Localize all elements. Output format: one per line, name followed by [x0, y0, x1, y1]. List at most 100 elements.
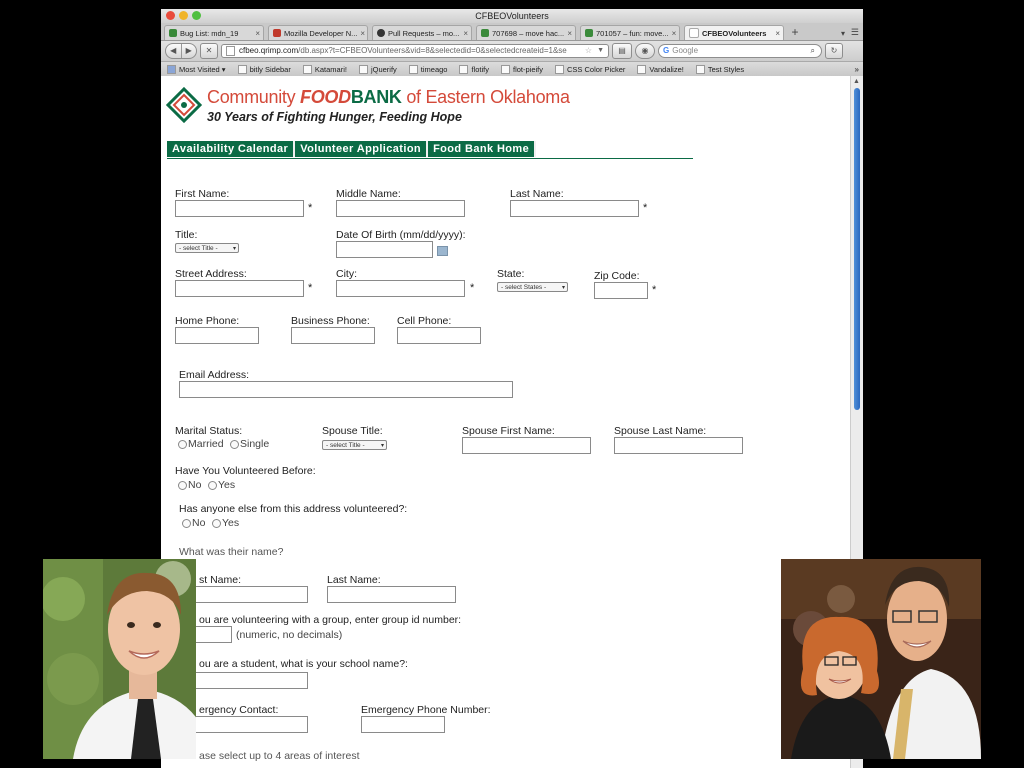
close-window-button[interactable] — [166, 11, 175, 20]
menu-food-bank-home[interactable]: Food Bank Home — [428, 141, 537, 157]
select-value: - select States - — [501, 284, 547, 291]
tab-bug-707698[interactable]: 707698 – move hac... × — [476, 25, 576, 40]
married-radio[interactable]: Married — [178, 438, 224, 450]
site-menu: Availability Calendar Volunteer Applicat… — [167, 141, 537, 157]
anyone-else-no-radio[interactable]: No — [182, 517, 205, 529]
url-host: cfbeo.qrimp.com — [239, 46, 299, 55]
search-icon[interactable]: ⌕ — [811, 44, 815, 58]
anyone-else-yes-radio[interactable]: Yes — [212, 517, 239, 529]
addon-icon[interactable]: ◉ — [635, 43, 655, 59]
student-label: ou are a student, what is your school na… — [199, 658, 408, 670]
street-address-field[interactable] — [175, 280, 304, 297]
required-marker: * — [308, 202, 313, 214]
title-select[interactable]: - select Title - ▾ — [175, 243, 239, 253]
their-last-name-field[interactable] — [327, 586, 456, 603]
tab-mdn[interactable]: Mozilla Developer N... × — [268, 25, 368, 40]
forward-button[interactable]: ▶ — [182, 44, 197, 58]
bookmark-flot-pieify[interactable]: flot-pieify — [501, 64, 543, 74]
reload-button[interactable]: ↻ — [825, 43, 843, 59]
spouse-title-select[interactable]: - select Title - ▾ — [322, 440, 387, 450]
tab-pull-requests[interactable]: Pull Requests – mo... × — [372, 25, 472, 40]
emergency-phone-field[interactable] — [361, 716, 445, 733]
bookmarks-toolbar: Most Visited ▾ bitly Sidebar Katamari! j… — [161, 62, 863, 77]
chevron-down-icon: ▾ — [232, 246, 236, 252]
menu-divider — [167, 158, 693, 159]
first-name-field[interactable] — [175, 200, 304, 217]
emergency-contact-field[interactable] — [195, 716, 308, 733]
url-dropdown-icon[interactable]: ▼ — [597, 45, 604, 57]
zoom-window-button[interactable] — [192, 11, 201, 20]
close-tab-icon[interactable]: × — [255, 26, 260, 40]
github-icon — [377, 29, 385, 37]
close-tab-icon[interactable]: × — [463, 26, 468, 40]
bookmark-vandalize[interactable]: Vandalize! — [637, 64, 684, 74]
spouse-first-name-field[interactable] — [462, 437, 591, 454]
tab-bug-701057[interactable]: 701057 – fun: move... × — [580, 25, 680, 40]
volunteered-yes-radio[interactable]: Yes — [208, 479, 235, 491]
calendar-icon[interactable] — [437, 246, 448, 256]
rss-icon[interactable]: ▤ — [612, 43, 632, 59]
their-first-name-label: st Name: — [199, 574, 242, 586]
close-tab-icon[interactable]: × — [567, 26, 572, 40]
marital-status-label: Marital Status: — [175, 425, 243, 437]
spouse-last-name-field[interactable] — [614, 437, 743, 454]
search-placeholder: Google — [672, 46, 699, 55]
bookmark-label: jQuerify — [370, 64, 397, 74]
window-title: CFBEOVolunteers — [475, 11, 549, 21]
new-tab-button[interactable]: + — [788, 25, 802, 40]
org-name-part: of Eastern Oklahoma — [401, 87, 570, 107]
menu-availability-calendar[interactable]: Availability Calendar — [167, 141, 296, 157]
search-input[interactable]: G Google ⌕ — [658, 44, 822, 58]
their-first-name-field[interactable] — [195, 586, 308, 603]
business-phone-label: Business Phone: — [291, 315, 370, 327]
dob-field[interactable] — [336, 241, 433, 258]
tab-list-icon[interactable]: ☰ — [851, 27, 859, 38]
school-name-field[interactable] — [195, 672, 308, 689]
bookmark-timeago[interactable]: timeago — [408, 64, 447, 74]
bookmark-jquerify[interactable]: jQuerify — [358, 64, 397, 74]
city-field[interactable] — [336, 280, 465, 297]
bookmark-css-color-picker[interactable]: CSS Color Picker — [555, 64, 625, 74]
bookmark-katamari[interactable]: Katamari! — [302, 64, 347, 74]
scroll-up-icon[interactable]: ▲ — [853, 78, 860, 85]
mozilla-icon — [273, 29, 281, 37]
bookmark-bitly-sidebar[interactable]: bitly Sidebar — [237, 64, 291, 74]
stop-button[interactable]: ✕ — [200, 43, 218, 59]
bookmarklet-icon — [695, 64, 705, 74]
tab-bug-list[interactable]: Bug List: mdn_19 × — [164, 25, 264, 40]
url-bar[interactable]: cfbeo.qrimp.com/db.aspx?t=CFBEOVolunteer… — [221, 44, 609, 58]
menu-volunteer-application[interactable]: Volunteer Application — [295, 141, 429, 157]
scroll-thumb[interactable] — [854, 88, 860, 410]
bookmark-label: flotify — [471, 64, 489, 74]
minimize-window-button[interactable] — [179, 11, 188, 20]
tab-overflow-icon[interactable]: ▾ — [841, 29, 845, 38]
zip-code-field[interactable] — [594, 282, 648, 299]
back-button[interactable]: ◀ — [166, 44, 182, 58]
required-marker: * — [470, 282, 475, 294]
tab-cfbeo-volunteers[interactable]: CFBEOVolunteers × — [684, 25, 784, 40]
close-tab-icon[interactable]: × — [360, 26, 365, 40]
state-select[interactable]: - select States - ▾ — [497, 282, 568, 292]
home-phone-field[interactable] — [175, 327, 259, 344]
bookmarklet-icon — [501, 64, 510, 74]
email-field[interactable] — [179, 381, 513, 398]
cell-phone-field[interactable] — [397, 327, 481, 344]
single-radio[interactable]: Single — [230, 438, 269, 450]
emergency-contact-label: ergency Contact: — [199, 704, 279, 716]
bookmark-most-visited[interactable]: Most Visited ▾ — [167, 64, 226, 74]
volunteered-no-radio[interactable]: No — [178, 479, 201, 491]
bookmarks-overflow-icon[interactable]: » — [855, 65, 859, 74]
group-id-field[interactable] — [195, 626, 232, 643]
middle-name-field[interactable] — [336, 200, 465, 217]
close-tab-icon[interactable]: × — [775, 26, 780, 40]
tab-label: CFBEOVolunteers — [702, 28, 767, 38]
required-marker: * — [308, 282, 313, 294]
bookmark-star-icon[interactable]: ☆ — [585, 45, 592, 57]
anyone-else-label: Has anyone else from this address volunt… — [179, 503, 408, 515]
close-tab-icon[interactable]: × — [672, 26, 677, 40]
radio-label: Yes — [218, 479, 236, 491]
last-name-field[interactable] — [510, 200, 639, 217]
business-phone-field[interactable] — [291, 327, 375, 344]
bookmark-test-styles[interactable]: Test Styles — [695, 64, 744, 74]
bookmark-flotify[interactable]: flotify — [459, 64, 489, 74]
